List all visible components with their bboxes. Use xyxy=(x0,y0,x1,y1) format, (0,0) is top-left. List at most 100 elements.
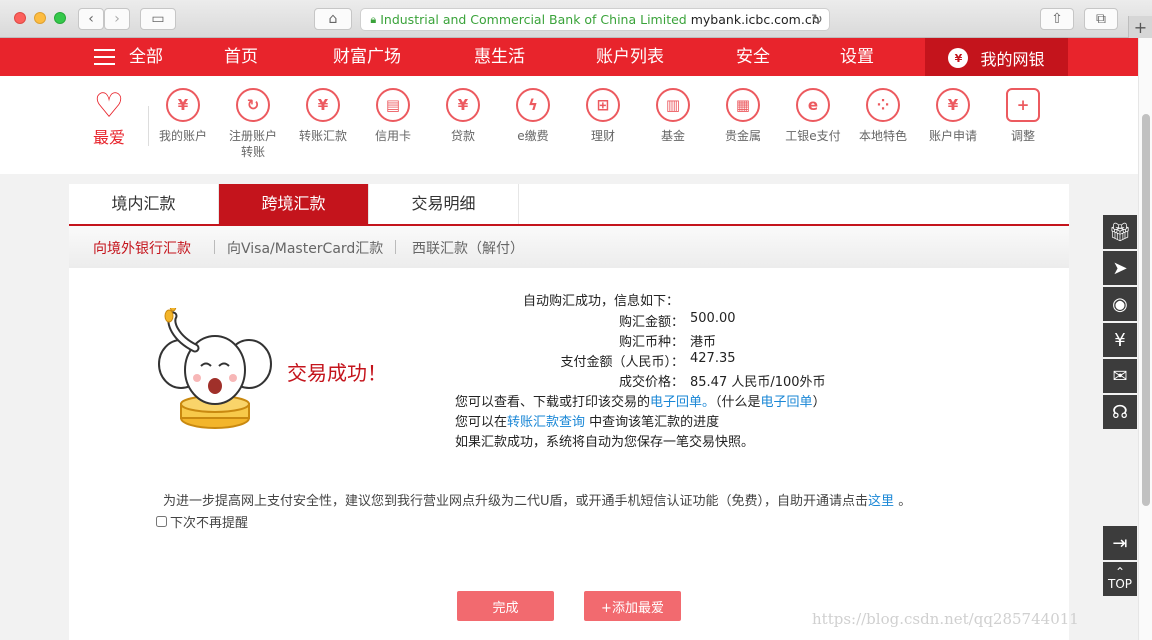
drop-icon: ϟ xyxy=(516,88,550,122)
transfer-query-link[interactable]: 转账汇款查询 xyxy=(507,415,585,430)
quick-item-1[interactable]: ↻ 注册账户转账 xyxy=(218,88,288,160)
quick-item-10[interactable]: ⁘ 本地特色 xyxy=(848,88,918,144)
query-text: 中查询该笔汇款的进度 xyxy=(589,415,720,430)
gift-button[interactable]: 🎁︎ xyxy=(1103,215,1137,249)
e-receipt-link[interactable]: 电子回单。 xyxy=(650,395,715,410)
quick-item-label: 理财 xyxy=(590,129,615,143)
quick-item-4[interactable]: ¥ 贷款 xyxy=(428,88,498,144)
share-button[interactable]: ⇧ xyxy=(1040,8,1074,30)
scrollbar[interactable] xyxy=(1138,38,1152,640)
quick-item-label: 转账汇款 xyxy=(298,129,347,143)
close-window-button[interactable] xyxy=(14,12,26,24)
tabs-icon: ⧉ xyxy=(1096,11,1106,27)
notice-end: 。 xyxy=(898,494,912,509)
dont-remind-label: 下次不再提醒 xyxy=(170,516,249,531)
query-line: 您可以在转账汇款查询 中查询该笔汇款的进度 xyxy=(455,411,719,430)
service-button[interactable]: ☊ xyxy=(1103,395,1137,429)
row-label: 购汇金额： xyxy=(618,315,684,330)
calendar-yen-icon: ¥ xyxy=(1114,329,1126,351)
subtab-western-union[interactable]: 西联汇款（解付） xyxy=(412,238,524,258)
money-bag-icon: ¥ xyxy=(948,48,969,68)
collapse-button[interactable]: ⇥ xyxy=(1103,526,1137,560)
nav-security[interactable]: 安全 xyxy=(736,38,770,76)
abacus-icon: ⊞ xyxy=(586,88,620,122)
new-tab-button[interactable]: + xyxy=(1128,16,1152,38)
home-icon: ⌂ xyxy=(328,11,338,27)
url-org-name: Industrial and Commercial Bank of China … xyxy=(380,12,687,27)
tab-details[interactable]: 交易明细 xyxy=(369,184,519,224)
tab-bar: 境内汇款 跨境汇款 交易明细 xyxy=(69,184,1069,226)
quick-item-8[interactable]: ▦ 贵金属 xyxy=(708,88,778,144)
nav-wealth[interactable]: 财富广场 xyxy=(333,38,401,76)
menu-icon[interactable] xyxy=(94,49,115,65)
top-label: TOP xyxy=(1107,577,1132,591)
quick-item-0[interactable]: ¥ 我的账户 xyxy=(148,88,218,144)
result-heading: 自动购汇成功，信息如下： xyxy=(523,294,680,309)
quick-item-label: 工银e支付 xyxy=(785,129,841,143)
quick-item-9[interactable]: e 工银e支付 xyxy=(778,88,848,144)
heart-icon: ♡ xyxy=(93,86,125,126)
divider xyxy=(395,240,396,254)
quick-item-12[interactable]: + 调整 xyxy=(988,88,1058,144)
what-is-e-receipt-link[interactable]: 电子回单 xyxy=(761,395,813,410)
headset-icon: ☊ xyxy=(1112,401,1128,423)
loan-bag-icon: ¥ xyxy=(446,88,480,122)
back-button[interactable]: ‹ xyxy=(78,8,104,30)
watermark: https://blog.csdn.net/qq285744011 xyxy=(812,610,1079,628)
row-value: 500.00 xyxy=(690,311,736,326)
receipt-text: （什么是 xyxy=(715,395,761,410)
quick-item-11[interactable]: ¥ 账户申请 xyxy=(918,88,988,144)
forward-button[interactable]: › xyxy=(104,8,130,30)
scrollbar-thumb[interactable] xyxy=(1142,114,1150,506)
local-dots-icon: ⁘ xyxy=(866,88,900,122)
epay-icon: e xyxy=(796,88,830,122)
back-to-top-button[interactable]: ⌃ TOP xyxy=(1103,562,1137,596)
quick-item-7[interactable]: ▥ 基金 xyxy=(638,88,708,144)
quick-item-label: 本地特色 xyxy=(858,129,907,143)
minimize-window-button[interactable] xyxy=(34,12,46,24)
quick-item-2[interactable]: ¥ 转账汇款 xyxy=(288,88,358,144)
reload-icon: ↻ xyxy=(811,11,823,28)
remit-icon: ¥ xyxy=(306,88,340,122)
quick-item-label: 我的账户 xyxy=(158,129,207,143)
dont-remind-checkbox[interactable]: 下次不再提醒 xyxy=(156,512,248,531)
add-favorite-button[interactable]: +添加最爱 xyxy=(584,591,681,621)
sidebar-toggle-button[interactable]: ▭ xyxy=(140,8,176,30)
tabs-overview-button[interactable]: ⧉ xyxy=(1084,8,1118,30)
dont-remind-input[interactable] xyxy=(156,516,167,527)
credit-card-icon: ▤ xyxy=(376,88,410,122)
nav-home[interactable]: 首页 xyxy=(224,38,258,76)
chevron-up-icon: ⌃ xyxy=(1114,565,1126,579)
here-link[interactable]: 这里 xyxy=(868,494,894,509)
quick-item-label: 贷款 xyxy=(450,129,475,143)
subtab-visa-mastercard[interactable]: 向Visa/MasterCard汇款 xyxy=(227,238,383,258)
gold-bars-icon: ▦ xyxy=(726,88,760,122)
zoom-window-button[interactable] xyxy=(54,12,66,24)
security-notice: 为进一步提高网上支付安全性，建议您到我行营业网点升级为二代U盾，或开通手机短信认… xyxy=(163,490,911,509)
favorites-button[interactable]: ♡ 最爱 xyxy=(86,88,132,148)
nav-all[interactable]: 全部 xyxy=(129,38,163,76)
reload-button[interactable]: ↻ xyxy=(808,11,826,28)
tab-domestic[interactable]: 境内汇款 xyxy=(69,184,219,224)
snapshot-line: 如果汇款成功，系统将自动为您保存一笔交易快照。 xyxy=(455,435,755,450)
address-bar[interactable]: 🔒︎ Industrial and Commercial Bank of Chi… xyxy=(360,8,830,31)
mail-button[interactable]: ✉ xyxy=(1103,359,1137,393)
camera-icon: ◉ xyxy=(1112,293,1128,315)
home-button[interactable]: ⌂ xyxy=(314,8,352,30)
gift-icon: 🎁︎ xyxy=(1108,221,1132,243)
my-bank-button[interactable]: ¥ 我的网银 xyxy=(925,38,1068,78)
send-button[interactable]: ➤ xyxy=(1103,251,1137,285)
tab-cross-border[interactable]: 跨境汇款 xyxy=(219,184,369,224)
camera-button[interactable]: ◉ xyxy=(1103,287,1137,321)
subtab-overseas-bank[interactable]: 向境外银行汇款 xyxy=(93,238,191,258)
transfer-icon: ↻ xyxy=(236,88,270,122)
quick-item-5[interactable]: ϟ e缴费 xyxy=(498,88,568,144)
nav-accounts[interactable]: 账户列表 xyxy=(596,38,664,76)
yen-icon: ¥ xyxy=(166,88,200,122)
done-button[interactable]: 完成 xyxy=(457,591,554,621)
nav-life[interactable]: 惠生活 xyxy=(474,38,525,76)
calendar-button[interactable]: ¥ xyxy=(1103,323,1137,357)
quick-item-3[interactable]: ▤ 信用卡 xyxy=(358,88,428,144)
quick-item-6[interactable]: ⊞ 理财 xyxy=(568,88,638,144)
nav-settings[interactable]: 设置 xyxy=(840,38,874,76)
